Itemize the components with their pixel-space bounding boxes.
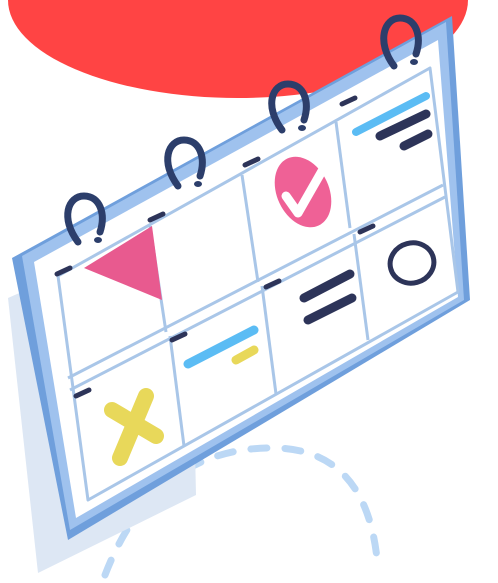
ring-hole <box>410 59 418 65</box>
ring-hole <box>94 237 102 243</box>
illustration-canvas <box>0 0 498 583</box>
ring-hole <box>298 125 306 131</box>
calendar-illustration <box>8 0 470 579</box>
ring-hole <box>194 181 202 187</box>
